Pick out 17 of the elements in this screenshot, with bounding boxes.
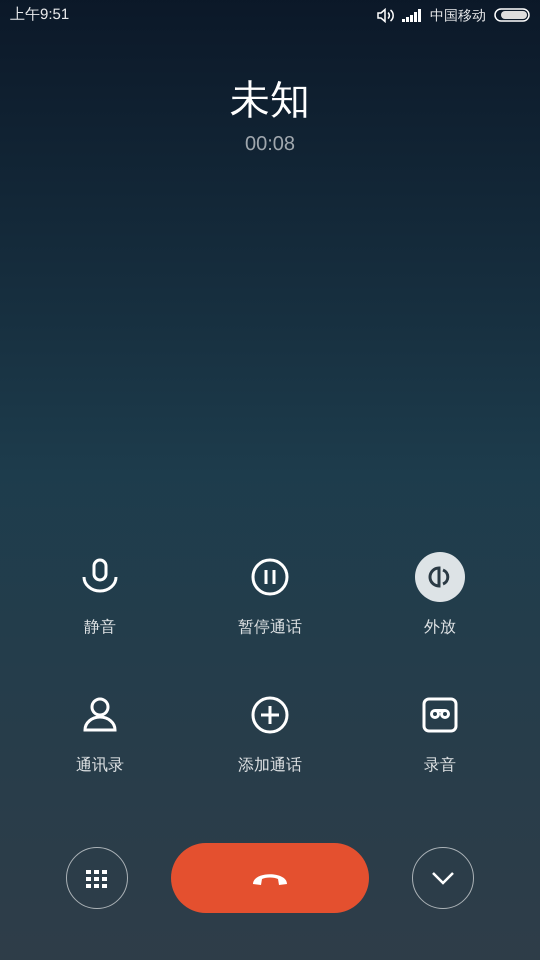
dialpad-button[interactable] [66, 847, 128, 909]
signal-icon [402, 8, 422, 22]
status-time: 上午9:51 [10, 4, 70, 25]
chevron-down-icon [431, 871, 455, 885]
call-action-button[interactable]: 添加通话 [185, 690, 355, 776]
call-duration: 00:08 [244, 132, 296, 156]
call-action-button[interactable]: 暂停通话 [185, 552, 355, 638]
volume-icon [377, 8, 394, 22]
collapse-button[interactable] [412, 847, 474, 909]
dialpad-icon [86, 868, 108, 888]
call-action-button[interactable]: 录音 [355, 690, 525, 776]
call-action-button[interactable]: 通讯录 [15, 690, 185, 776]
carrier-name: 中国移动 [430, 6, 486, 24]
call-action-button[interactable]: 外放 [355, 552, 525, 638]
caller-name: 未知 [230, 77, 310, 124]
battery-icon [494, 8, 530, 22]
call-action-button[interactable]: 静音 [15, 552, 185, 638]
